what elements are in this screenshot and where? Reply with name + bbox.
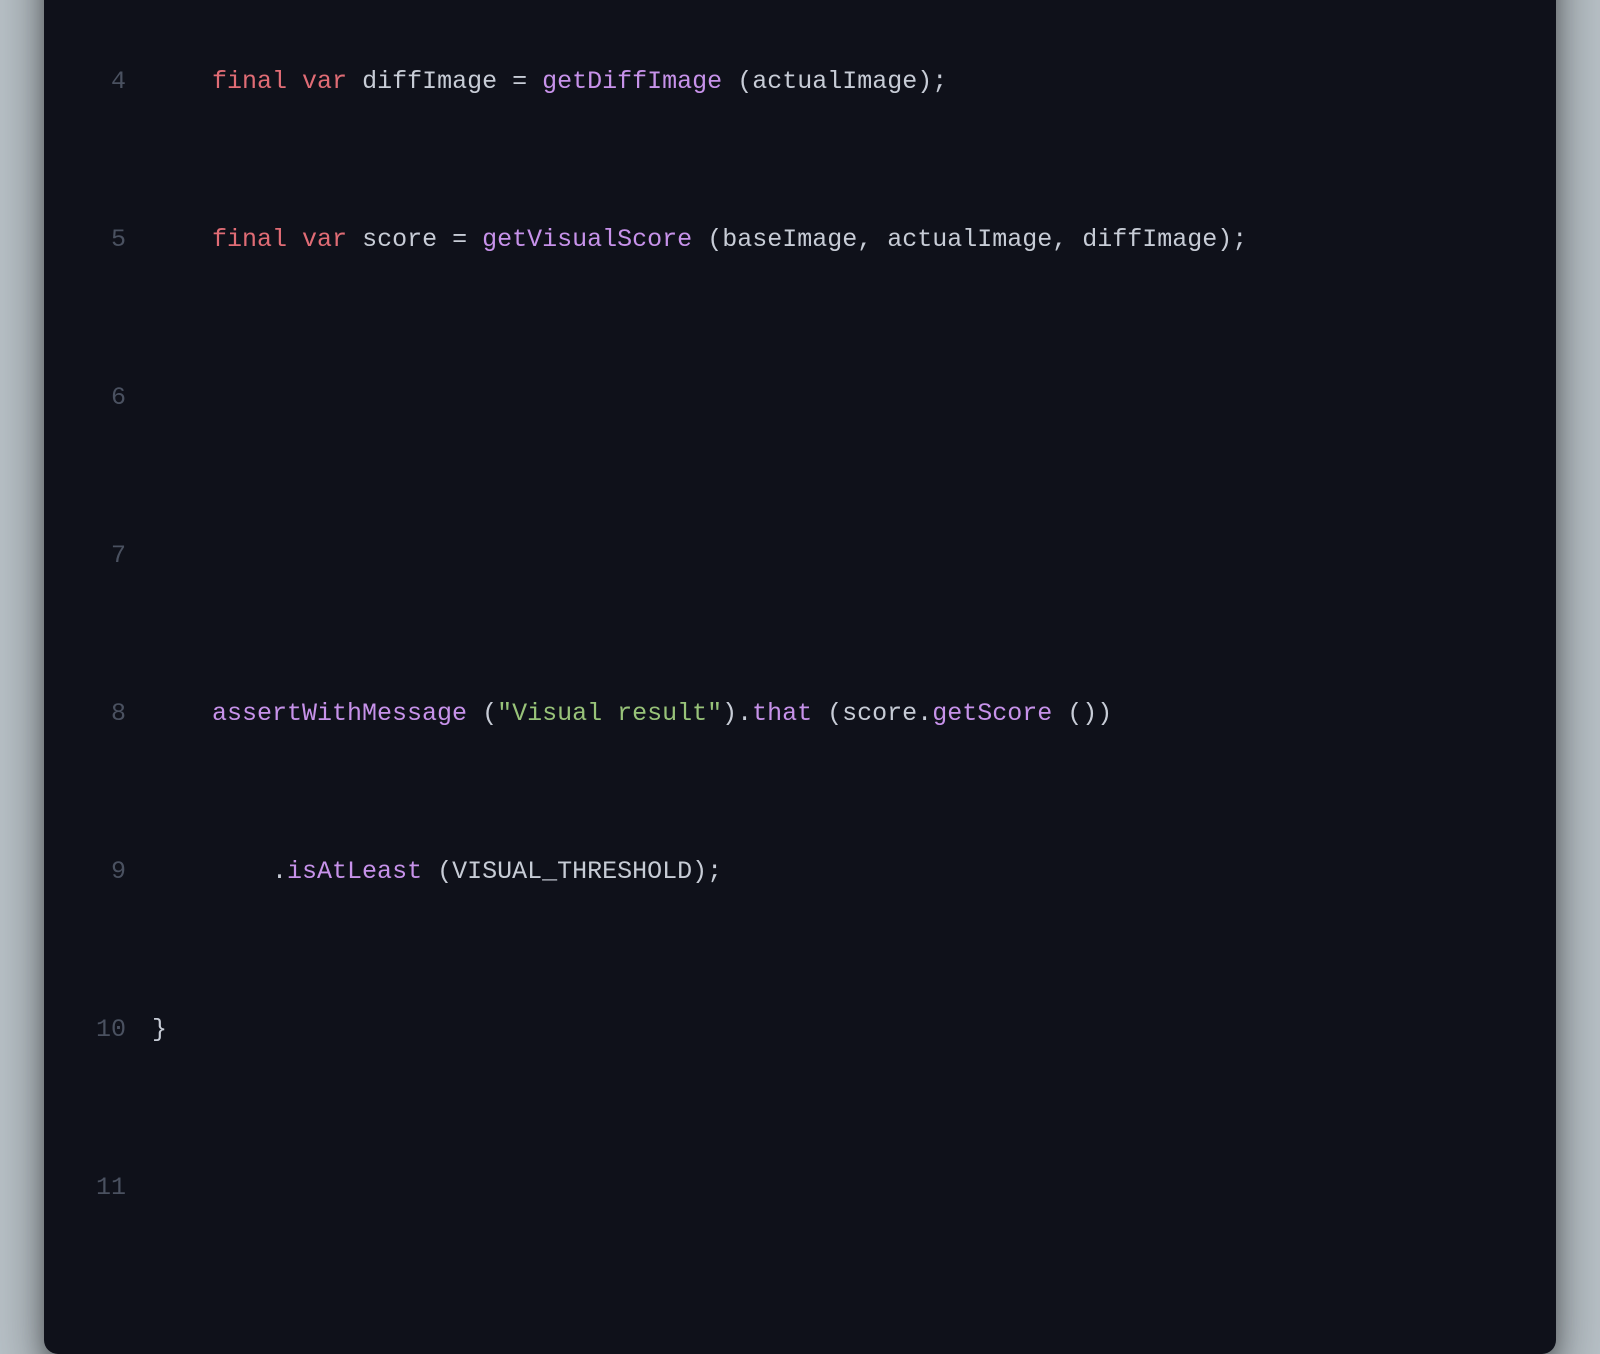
code-line-content — [152, 378, 1512, 418]
line-number: 5 — [88, 220, 152, 260]
line-number: 9 — [88, 852, 152, 892]
code-line-content: final var diffImage = getDiffImage (actu… — [152, 62, 1512, 102]
code-line-content: final var score = getVisualScore (baseIm… — [152, 220, 1512, 260]
code-line: 4 final var diffImage = getDiffImage (ac… — [88, 62, 1512, 102]
code-line-content: .isAtLeast (VISUAL_THRESHOLD); — [152, 852, 1512, 892]
code-line: 5 final var score = getVisualScore (base… — [88, 220, 1512, 260]
code-line: 6 — [88, 378, 1512, 418]
code-window: 1 private void checkVisual () throws IOE… — [44, 0, 1556, 1354]
code-line: 7 — [88, 536, 1512, 576]
code-line: 10 } — [88, 1010, 1512, 1050]
line-number: 8 — [88, 694, 152, 734]
code-line-content: assertWithMessage ("Visual result").that… — [152, 694, 1512, 734]
code-line-content — [152, 536, 1512, 576]
line-number: 11 — [88, 1168, 152, 1208]
code-line: 11 — [88, 1168, 1512, 1208]
code-line-content: } — [152, 1010, 1512, 1050]
line-number: 7 — [88, 536, 152, 576]
line-number: 6 — [88, 378, 152, 418]
line-number: 4 — [88, 62, 152, 102]
code-line-content — [152, 1168, 1512, 1208]
code-block: 1 private void checkVisual () throws IOE… — [88, 0, 1512, 1326]
code-line: 9 .isAtLeast (VISUAL_THRESHOLD); — [88, 852, 1512, 892]
line-number: 10 — [88, 1010, 152, 1050]
code-line: 8 assertWithMessage ("Visual result").th… — [88, 694, 1512, 734]
